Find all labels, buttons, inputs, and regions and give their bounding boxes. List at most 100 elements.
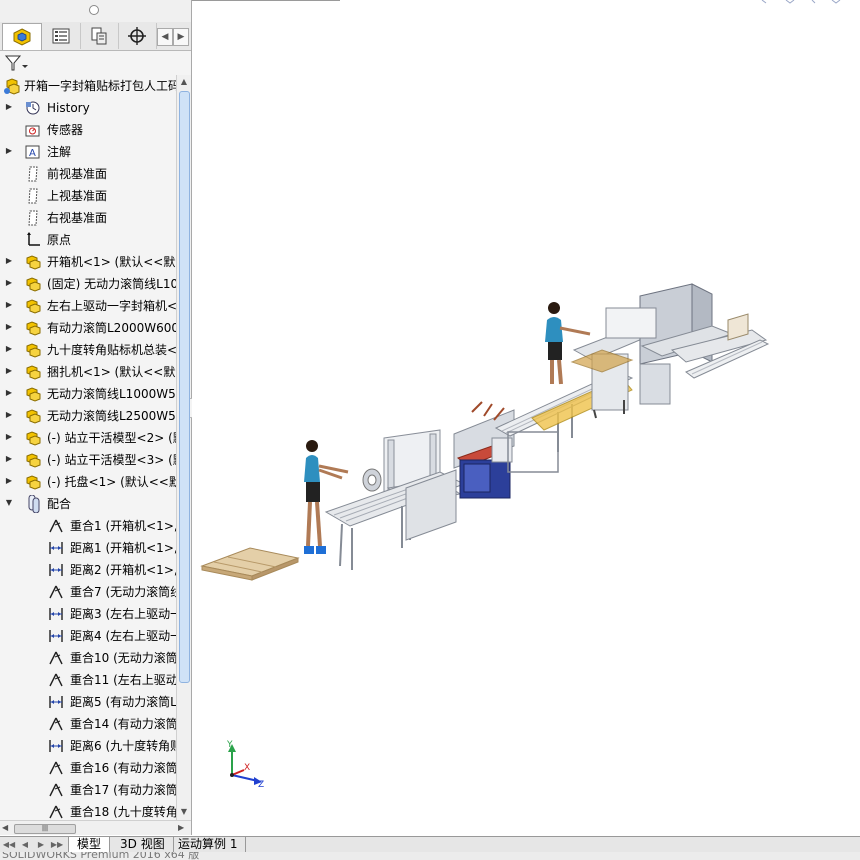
feature-manager-panel: ◀ ▶ 开箱一字封箱贴标打包人工码 ▶ History 传感器 ▶ A 注解 前视基准面上视…: [0, 0, 192, 835]
coordinate-triad: Y Z X: [226, 740, 264, 790]
hscroll-left-arrow-icon[interactable]: ◀: [2, 823, 12, 832]
coincident-icon: [49, 805, 63, 819]
last-tab-icon[interactable]: ▶▶: [50, 838, 64, 851]
filter-icon: [4, 55, 28, 71]
tree-item[interactable]: ▶ (-) 站立干活模型<2> (默: [0, 427, 176, 449]
mate-item[interactable]: 距离6 (九十度转角贴: [0, 735, 176, 757]
tree-item[interactable]: ▶ 开箱机<1> (默认<<默认: [0, 251, 176, 273]
tree-item[interactable]: ▶ A 注解: [0, 141, 176, 163]
mate-item[interactable]: 距离4 (左右上驱动一: [0, 625, 176, 647]
heads-up-toolbar[interactable]: [761, 0, 841, 4]
tree-vertical-scrollbar[interactable]: ▲ ▼: [176, 75, 191, 820]
mate-item[interactable]: 重合18 (九十度转角: [0, 801, 176, 820]
expand-arrow-icon[interactable]: ▶: [5, 388, 13, 398]
tree-item[interactable]: 原点: [0, 229, 176, 251]
expand-arrow-icon[interactable]: ▶: [5, 454, 13, 464]
expand-arrow-icon[interactable]: ▶: [5, 322, 13, 332]
tab-configurationmanager[interactable]: [80, 23, 119, 49]
tree-root[interactable]: 开箱一字封箱贴标打包人工码: [0, 75, 176, 97]
mate-item-label: 重合10 (无动力滚筒: [70, 651, 176, 665]
mate-item[interactable]: 重合17 (有动力滚筒: [0, 779, 176, 801]
mate-item[interactable]: 重合1 (开箱机<1>,上: [0, 515, 176, 537]
tree-item[interactable]: ▶ History: [0, 97, 176, 119]
tree-item[interactable]: ▶ 无动力滚筒线L1000W55: [0, 383, 176, 405]
mate-item[interactable]: 重合16 (有动力滚筒: [0, 757, 176, 779]
tree-item-label: 配合: [47, 497, 72, 511]
expand-arrow-icon[interactable]: ▶: [5, 366, 13, 376]
mate-item[interactable]: 距离1 (开箱机<1>,上: [0, 537, 176, 559]
mate-item[interactable]: 距离5 (有动力滚筒L: [0, 691, 176, 713]
mate-item[interactable]: 距离2 (开箱机<1>,上: [0, 559, 176, 581]
tree-item[interactable]: ▶ 捆扎机<1> (默认<<默认: [0, 361, 176, 383]
mate-item[interactable]: 重合10 (无动力滚筒: [0, 647, 176, 669]
expand-arrow-icon[interactable]: ▶: [5, 102, 13, 112]
scroll-down-arrow-icon[interactable]: ▼: [177, 805, 191, 819]
panel-grip[interactable]: [0, 0, 191, 22]
tree-item[interactable]: ▶ 无动力滚筒线L2500W55: [0, 405, 176, 427]
tree-item-label: 捆扎机<1> (默认<<默认: [47, 365, 176, 379]
coincident-icon: [49, 761, 63, 775]
distance-icon: [49, 630, 63, 642]
propertymanager-icon: [52, 28, 70, 44]
triad-y-label: Y: [226, 740, 233, 750]
tab-scroll-left[interactable]: ◀: [157, 28, 173, 46]
filter-bar: [0, 51, 191, 75]
worker-back[interactable]: [545, 302, 591, 385]
hscroll-thumb[interactable]: |||: [14, 824, 76, 834]
tree-item[interactable]: 上视基准面: [0, 185, 176, 207]
tree-item[interactable]: 前视基准面: [0, 163, 176, 185]
assembly-icon: [26, 277, 41, 292]
tree-item-label: History: [47, 101, 90, 115]
plane-icon: [28, 188, 38, 204]
distance-icon: [49, 608, 63, 620]
expand-arrow-icon[interactable]: ▶: [5, 344, 13, 354]
plane-icon: [28, 210, 38, 226]
mate-item[interactable]: 重合14 (有动力滚筒: [0, 713, 176, 735]
tree-item[interactable]: 传感器: [0, 119, 176, 141]
assembly-icon: [26, 453, 41, 468]
scroll-thumb[interactable]: [179, 91, 190, 683]
tab-propertymanager[interactable]: [42, 23, 81, 49]
mate-item[interactable]: 重合11 (左右上驱动: [0, 669, 176, 691]
pallet[interactable]: [200, 547, 300, 581]
collapse-arrow-icon[interactable]: ▼: [5, 498, 13, 508]
tree-item[interactable]: ▶ 左右上驱动一字封箱机<1>: [0, 295, 176, 317]
tree-item-label: 右视基准面: [47, 211, 108, 225]
tab-featuremanager[interactable]: [2, 23, 42, 50]
filter-button[interactable]: [4, 53, 30, 73]
tree-item[interactable]: ▶ 有动力滚筒L2000W600: [0, 317, 176, 339]
tree-item[interactable]: ▶ 九十度转角贴标机总装<: [0, 339, 176, 361]
tree-item-label: 九十度转角贴标机总装<: [47, 343, 176, 357]
tab-dimxpert[interactable]: [118, 23, 157, 49]
feature-tree: 开箱一字封箱贴标打包人工码 ▶ History 传感器 ▶ A 注解 前视基准面上视基准面右…: [0, 75, 176, 820]
scroll-up-arrow-icon[interactable]: ▲: [177, 75, 191, 89]
tree-horizontal-scrollbar[interactable]: ◀ ||| ▶: [0, 820, 191, 835]
tree-item[interactable]: ▼ 配合: [0, 493, 176, 515]
expand-arrow-icon[interactable]: ▶: [5, 146, 13, 156]
tab-model[interactable]: 模型: [68, 837, 111, 852]
expand-arrow-icon[interactable]: ▶: [5, 300, 13, 310]
tab-3d-view[interactable]: 3D 视图: [112, 837, 174, 852]
tree-item[interactable]: 右视基准面: [0, 207, 176, 229]
mate-item-label: 距离5 (有动力滚筒L: [70, 695, 176, 709]
expand-arrow-icon[interactable]: ▶: [5, 256, 13, 266]
tab-scroll-right[interactable]: ▶: [173, 28, 189, 46]
expand-arrow-icon[interactable]: ▶: [5, 278, 13, 288]
tree-item[interactable]: ▶ (-) 站立干活模型<3> (默: [0, 449, 176, 471]
mate-item[interactable]: 距离3 (左右上驱动一: [0, 603, 176, 625]
next-tab-icon[interactable]: ▶: [34, 838, 48, 851]
expand-arrow-icon[interactable]: ▶: [5, 432, 13, 442]
tree-item-label: 上视基准面: [47, 189, 108, 203]
tree-item[interactable]: ▶ (-) 托盘<1> (默认<<默认: [0, 471, 176, 493]
prev-tab-icon[interactable]: ◀: [18, 838, 32, 851]
labeling-machine[interactable]: [453, 401, 515, 499]
tree-item[interactable]: ▶ (固定) 无动力滚筒线L1000: [0, 273, 176, 295]
mate-item[interactable]: 重合7 (无动力滚筒线: [0, 581, 176, 603]
featuremanager-icon: [13, 28, 31, 46]
first-tab-icon[interactable]: ◀◀: [2, 838, 16, 851]
assembly-3d-scene[interactable]: Y Z X: [192, 0, 860, 835]
expand-arrow-icon[interactable]: ▶: [5, 410, 13, 420]
tab-motion-study[interactable]: 运动算例 1: [170, 837, 247, 852]
hscroll-right-arrow-icon[interactable]: ▶: [178, 823, 188, 832]
expand-arrow-icon[interactable]: ▶: [5, 476, 13, 486]
